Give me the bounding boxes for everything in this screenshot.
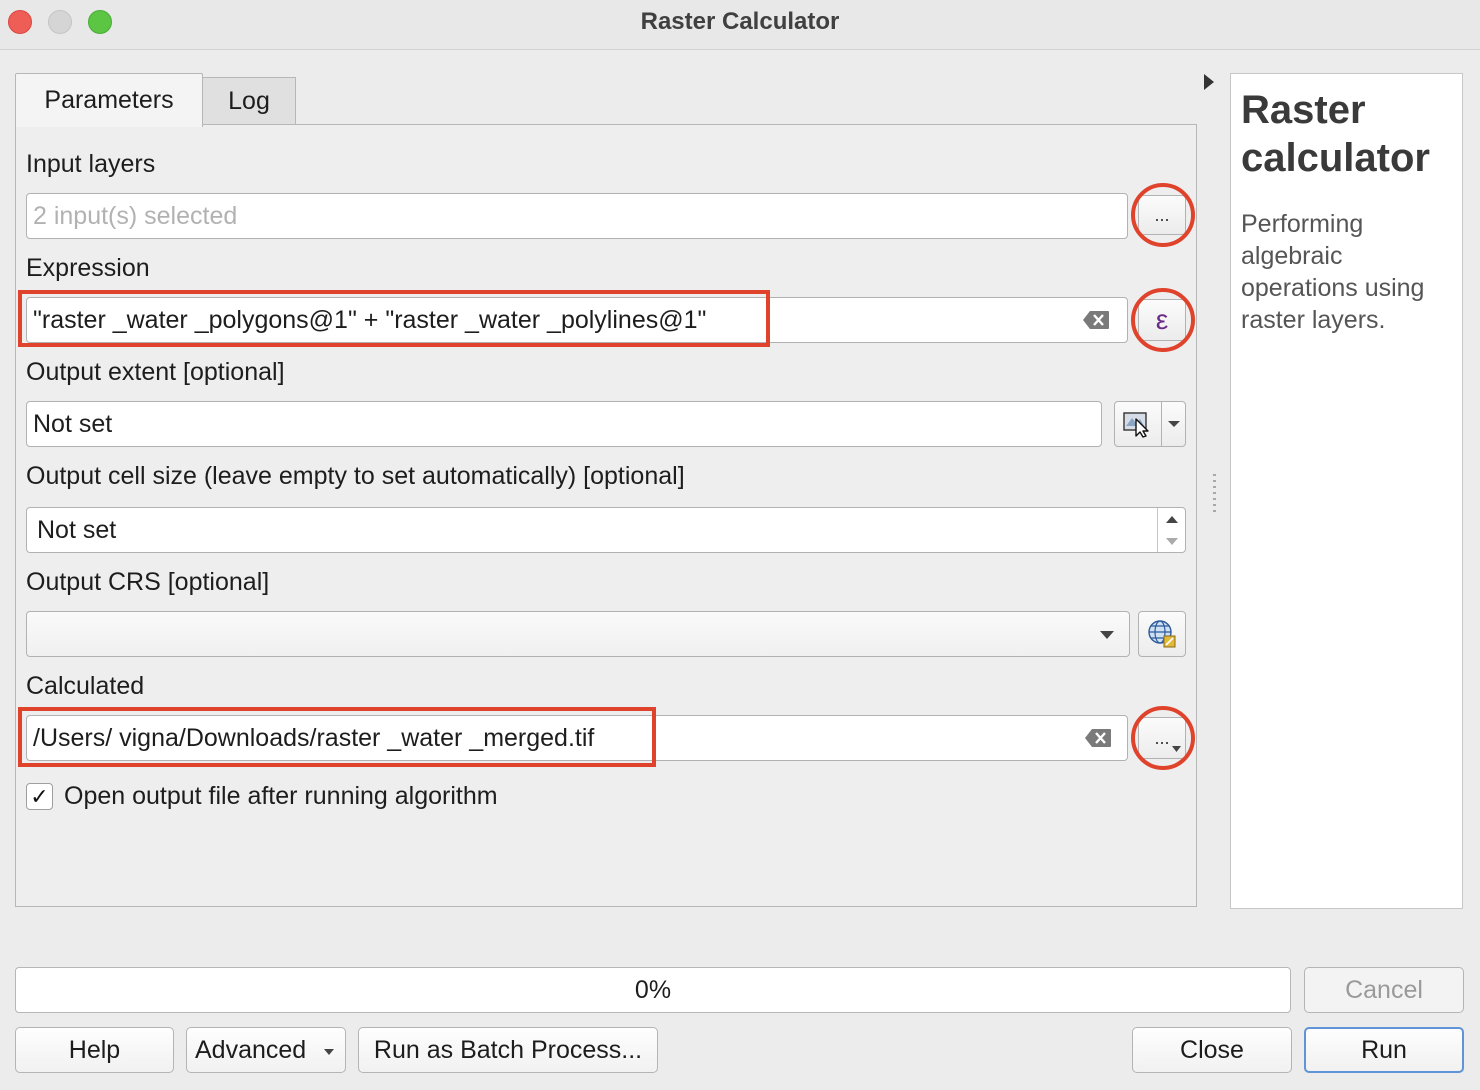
- input-layers-field[interactable]: 2 input(s) selected: [26, 193, 1128, 239]
- tab-log[interactable]: Log: [203, 77, 296, 125]
- help-button[interactable]: Help: [15, 1027, 174, 1073]
- input-layers-placeholder: 2 input(s) selected: [33, 201, 238, 230]
- output-cell-size-label: Output cell size (leave empty to set aut…: [26, 462, 685, 490]
- help-title: Raster calculator: [1241, 88, 1430, 180]
- chevron-down-icon: [1172, 746, 1181, 752]
- spin-up-icon[interactable]: [1165, 515, 1179, 524]
- help-panel: Raster calculator Performing algebraic o…: [1230, 73, 1463, 909]
- clear-expression-icon[interactable]: [1082, 310, 1110, 330]
- calculated-output-value: /Users/ vigna/Downloads/raster _water _m…: [33, 723, 595, 752]
- clear-output-icon[interactable]: [1084, 728, 1112, 748]
- progress-bar: 0%: [15, 967, 1291, 1013]
- chevron-down-icon: [1167, 421, 1180, 427]
- expression-input[interactable]: "raster _water _polygons@1" + "raster _w…: [26, 297, 1128, 343]
- input-layers-browse-button[interactable]: ...: [1138, 195, 1186, 235]
- output-cell-size-spinbox[interactable]: Not set: [26, 507, 1186, 553]
- run-button[interactable]: Run: [1304, 1027, 1464, 1073]
- expression-value: "raster _water _polygons@1" + "raster _w…: [33, 305, 707, 334]
- map-cursor-icon: [1123, 412, 1149, 438]
- expression-label: Expression: [26, 254, 150, 282]
- calculated-browse-button[interactable]: ...: [1138, 717, 1186, 759]
- extent-select-button[interactable]: [1114, 401, 1162, 447]
- calculated-browse-label: ...: [1154, 727, 1170, 748]
- calculated-output-field[interactable]: /Users/ vigna/Downloads/raster _water _m…: [26, 715, 1128, 761]
- open-output-checkbox[interactable]: ✓: [26, 783, 53, 810]
- spin-down-icon[interactable]: [1165, 537, 1179, 546]
- output-extent-value: Not set: [33, 409, 113, 438]
- advanced-button[interactable]: Advanced: [186, 1027, 346, 1073]
- checkmark-icon: ✓: [30, 783, 49, 809]
- help-description: Performing algebraic operations using ra…: [1241, 210, 1425, 334]
- input-layers-label: Input layers: [26, 150, 156, 178]
- calculated-label: Calculated: [26, 672, 145, 700]
- run-as-batch-button[interactable]: Run as Batch Process...: [358, 1027, 658, 1073]
- tab-parameters[interactable]: Parameters: [15, 73, 203, 127]
- output-cell-size-value: Not set: [37, 515, 117, 544]
- window-title: Raster Calculator: [640, 8, 840, 35]
- globe-crs-icon: [1148, 620, 1176, 648]
- epsilon-icon: ε: [1155, 304, 1169, 335]
- cancel-button[interactable]: Cancel: [1304, 967, 1464, 1013]
- cell-size-spin-buttons[interactable]: [1157, 508, 1185, 552]
- title-bar: Raster Calculator: [0, 0, 1480, 50]
- extent-dropdown-button[interactable]: [1161, 401, 1186, 447]
- output-extent-field[interactable]: Not set: [26, 401, 1102, 447]
- output-crs-label: Output CRS [optional]: [26, 568, 270, 596]
- advanced-label: Advanced: [195, 1035, 307, 1064]
- open-output-label[interactable]: Open output file after running algorithm: [64, 782, 498, 811]
- progress-text: 0%: [634, 975, 672, 1004]
- output-crs-combobox[interactable]: [26, 611, 1130, 657]
- output-extent-label: Output extent [optional]: [26, 358, 285, 386]
- expression-builder-button[interactable]: ε: [1138, 299, 1186, 341]
- splitter-handle[interactable]: [1213, 474, 1216, 514]
- chevron-down-icon: [1100, 631, 1114, 639]
- close-button[interactable]: Close: [1132, 1027, 1292, 1073]
- crs-select-button[interactable]: [1138, 611, 1186, 657]
- chevron-down-icon: [324, 1049, 334, 1055]
- expand-help-arrow-icon[interactable]: [1204, 74, 1214, 90]
